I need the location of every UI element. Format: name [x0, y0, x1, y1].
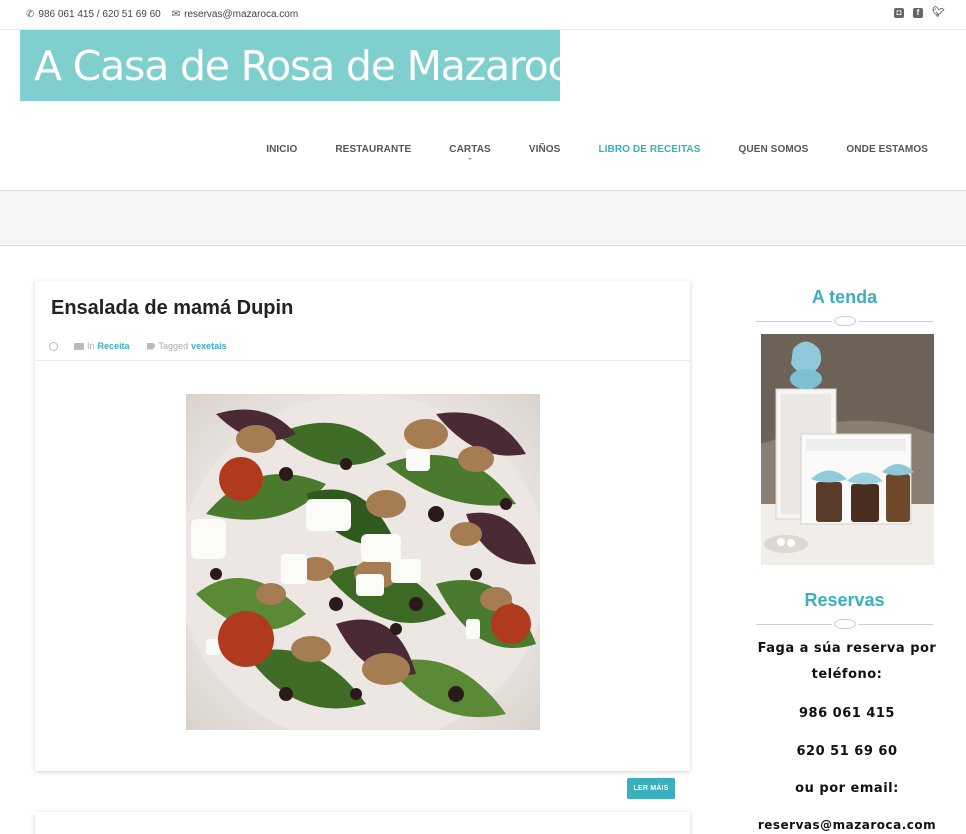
- social-links: ◘ f 🐦︎: [894, 8, 945, 18]
- nav-item-cartas-label: CARTAS: [449, 144, 491, 155]
- meta-in-label: In: [87, 341, 95, 351]
- nav-item-onde-estamos[interactable]: ONDE ESTAMOS: [846, 144, 928, 155]
- nav-item-quen-somos[interactable]: QUEN SOMOS: [739, 144, 809, 155]
- clock-icon: [49, 341, 58, 351]
- meta-divider: [35, 360, 690, 361]
- folder-icon: [74, 342, 84, 350]
- tag-icon: [146, 342, 156, 350]
- site-logo[interactable]: A Casa de Rosa de Mazaroca: [20, 30, 594, 101]
- logo-text: A Casa de Rosa de Mazaroca: [34, 41, 594, 90]
- shop-photo[interactable]: [761, 334, 934, 565]
- read-more-button[interactable]: LER MÁIS: [627, 778, 675, 799]
- phone-contact[interactable]: ✆ 986 061 415 / 620 51 69 60: [26, 9, 161, 20]
- twitter-icon[interactable]: 🐦︎: [932, 8, 945, 18]
- divider-ornament: [756, 316, 933, 326]
- salad-photo[interactable]: [186, 394, 540, 730]
- page-header-band: [0, 190, 966, 246]
- top-bar: ✆ 986 061 415 / 620 51 69 60 ✉ reservas@…: [0, 0, 966, 30]
- reservas-email-intro: ou por email:: [795, 781, 899, 796]
- chevron-down-icon: [468, 158, 473, 160]
- facebook-icon[interactable]: f: [913, 8, 923, 18]
- nav-item-restaurante[interactable]: RESTAURANTE: [335, 144, 411, 155]
- tag-link[interactable]: vexetais: [191, 341, 227, 351]
- main-nav: INICIO RESTAURANTE CARTAS VIÑOS LIBRO DE…: [228, 144, 928, 160]
- email-text: reservas@mazaroca.com: [184, 9, 299, 20]
- nav-item-cartas[interactable]: CARTAS: [449, 144, 491, 160]
- reservas-email[interactable]: reservas@mazaroca.com: [756, 812, 938, 834]
- salad-illustration: [186, 394, 540, 730]
- shop-widget-title[interactable]: A tenda: [756, 287, 933, 308]
- shop-illustration: [761, 334, 934, 565]
- category-link[interactable]: Receita: [98, 341, 130, 351]
- reservas-phone-2[interactable]: 620 51 69 60: [756, 739, 938, 765]
- reservas-intro: Faga a súa reserva por teléfono:: [757, 641, 937, 682]
- nav-item-libro-de-receitas[interactable]: LIBRO DE RECEITAS: [598, 144, 700, 155]
- email-contact[interactable]: ✉ reservas@mazaroca.com: [172, 9, 298, 20]
- meta-tagged-label: Tagged: [158, 341, 189, 351]
- post-meta: In Receita Tagged vexetais: [49, 341, 227, 351]
- phone-text: 986 061 415 / 620 51 69 60: [38, 9, 161, 20]
- nav-item-vinos[interactable]: VIÑOS: [529, 144, 561, 155]
- contact-info: ✆ 986 061 415 / 620 51 69 60 ✉ reservas@…: [26, 9, 309, 20]
- reservas-widget-title[interactable]: Reservas: [756, 590, 933, 611]
- phone-icon: ✆: [26, 9, 35, 20]
- reservas-phone-1[interactable]: 986 061 415: [756, 701, 938, 727]
- nav-item-inicio[interactable]: INICIO: [266, 144, 297, 155]
- divider-ornament: [756, 619, 933, 629]
- next-post-card: [35, 812, 690, 834]
- envelope-icon: ✉: [171, 9, 181, 20]
- instagram-icon[interactable]: ◘: [894, 8, 904, 18]
- post-card: Ensalada de mamá Dupin In Receita Tagged…: [35, 281, 690, 771]
- post-title[interactable]: Ensalada de mamá Dupin: [51, 297, 293, 320]
